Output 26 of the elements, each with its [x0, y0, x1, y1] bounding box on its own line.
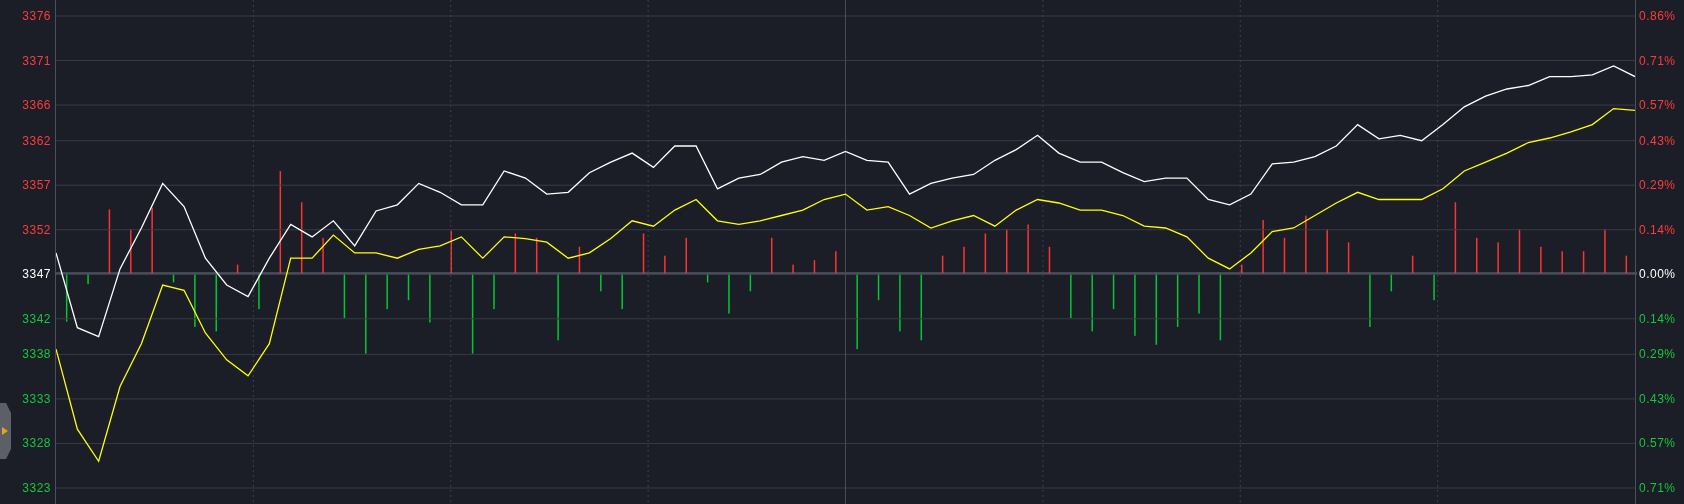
axis-label: 0.43% [1639, 391, 1676, 406]
axis-label: 3333 [22, 391, 51, 406]
axis-label: 3347 [22, 267, 51, 282]
axis-label: 3328 [22, 436, 51, 451]
axis-label: 0.71% [1639, 481, 1676, 495]
axis-label: 3357 [22, 178, 51, 193]
axis-label: 0.57% [1639, 436, 1676, 451]
axis-label: 3338 [22, 347, 51, 362]
axis-label: 3323 [22, 481, 51, 495]
collapse-tab[interactable] [0, 403, 11, 459]
axis-label: 0.29% [1639, 178, 1676, 193]
axis-label: 0.86% [1639, 9, 1676, 23]
axis-label: 0.43% [1639, 133, 1676, 148]
axis-label: 3371 [22, 53, 51, 68]
axis-label: 0.29% [1639, 347, 1676, 362]
axis-label: 3362 [22, 133, 51, 148]
triangle-icon [2, 427, 8, 435]
axis-label: 3352 [22, 222, 51, 237]
axis-label: 3376 [22, 9, 51, 23]
axis-label: 0.57% [1639, 98, 1676, 113]
axis-label: 0.71% [1639, 53, 1676, 68]
axis-label: 0.14% [1639, 222, 1676, 237]
axis-label: 0.00% [1639, 267, 1676, 282]
axis-label: 3342 [22, 311, 51, 326]
axis-label: 3366 [22, 98, 51, 113]
axis-label: 0.14% [1639, 311, 1676, 326]
